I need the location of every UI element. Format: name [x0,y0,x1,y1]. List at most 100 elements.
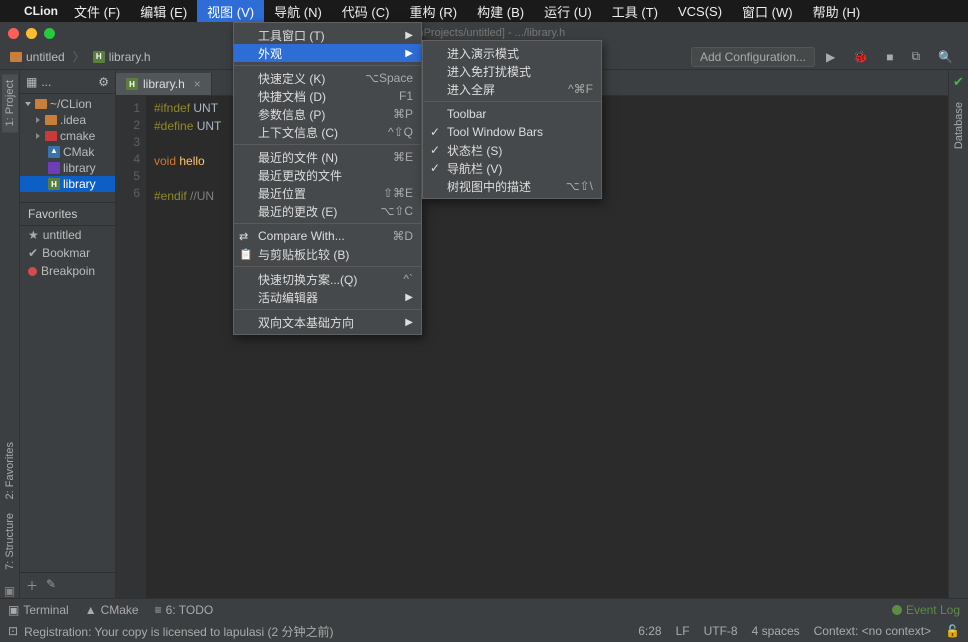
menu-shortcut: ^⇧Q [388,125,413,139]
menu-item[interactable]: ✓导航栏 (V) [423,159,601,177]
menu-item[interactable]: 活动编辑器▶ [234,288,421,306]
folder-icon [10,52,22,62]
tree-item-label: CMak [63,145,94,159]
context-status[interactable]: Context: <no context> [814,624,931,638]
stop-button[interactable]: ■ [879,47,900,67]
menubar-edit[interactable]: 编辑 (E) [130,0,197,23]
menu-shortcut: ⌘P [393,107,413,121]
todo-tab[interactable]: ≡6: TODO [155,603,214,617]
favorite-breakpoints[interactable]: Breakpoin [20,262,115,280]
lock-icon[interactable]: 🔓 [945,624,960,638]
menu-item[interactable]: ✓ 状态栏 (S) [423,141,601,159]
editor-tab-library-h[interactable]: Hlibrary.h× [116,73,212,95]
file-encoding[interactable]: UTF-8 [704,624,738,638]
menu-item-label: 进入演示模式 [447,45,519,62]
add-favorite-button[interactable]: ＋ [26,577,38,594]
status-icon[interactable]: ⊡ [8,624,18,638]
menubar-build[interactable]: 构建 (B) [467,0,534,23]
favorite-untitled[interactable]: ★untitled [20,226,115,244]
menu-item[interactable]: Toolbar [423,105,601,123]
menu-item[interactable]: 最近位置⇧⌘E [234,184,421,202]
menu-item-icon: 📋 [239,248,253,261]
menu-item[interactable]: 外观▶ [234,44,421,62]
favorites-tool-tab[interactable]: 2: Favorites [2,436,18,505]
breadcrumb-file[interactable]: Hlibrary.h [91,48,153,66]
menu-item[interactable]: 双向文本基础方向▶ [234,313,421,331]
caret-position[interactable]: 6:28 [638,624,661,638]
tree-item-library-cpp[interactable]: library [20,160,115,176]
submenu-arrow-icon: ▶ [405,30,413,41]
menu-item-label: 活动编辑器 [258,289,318,306]
menu-item-label: 快速切换方案...(Q) [258,271,357,288]
line-separator[interactable]: LF [676,624,690,638]
menu-item[interactable]: 进入免打扰模式 [423,62,601,80]
menubar-run[interactable]: 运行 (U) [534,0,602,23]
check-icon: ✓ [430,143,440,157]
event-log-tab[interactable]: Event Log [892,603,960,617]
tree-root[interactable]: ~/CLion [20,96,115,112]
structure-tool-tab[interactable]: 7: Structure [2,507,18,576]
menu-item-label: 状态栏 (S) [447,142,502,159]
view-menu-dropdown: 工具窗口 (T)▶外观▶ 快速定义 (K)⌥Space快捷文档 (D)F1参数信息… [233,22,422,335]
search-icon[interactable]: 🔍 [931,47,960,67]
tree-item-idea[interactable]: .idea [20,112,115,128]
menu-item[interactable]: 快速切换方案...(Q) ^` [234,270,421,288]
menu-item[interactable]: 上下文信息 (C)^⇧Q [234,123,421,141]
menu-item[interactable]: 📋与剪贴板比较 (B) [234,245,421,263]
favorites-header[interactable]: Favorites [20,202,115,226]
menubar-vcs[interactable]: VCS(S) [668,2,732,21]
line-number-gutter: 123456 [116,96,146,598]
menu-item[interactable]: 进入全屏^⌘F [423,80,601,98]
menu-shortcut: ^` [403,272,413,286]
menu-item[interactable]: 快速定义 (K)⌥Space [234,69,421,87]
menu-shortcut: ⌥Space [365,71,413,85]
tree-item-library-h[interactable]: Hlibrary [20,176,115,192]
menubar-file[interactable]: 文件 (F) [64,0,130,23]
add-configuration-button[interactable]: Add Configuration... [691,47,815,67]
menubar-window[interactable]: 窗口 (W) [732,0,803,23]
indent-settings[interactable]: 4 spaces [752,624,800,638]
menubar-navigate[interactable]: 导航 (N) [264,0,332,23]
tree-item-label: cmake [60,129,95,143]
terminal-tab[interactable]: ▣Terminal [8,603,69,617]
menu-item[interactable]: 快捷文档 (D)F1 [234,87,421,105]
run-button[interactable]: ▶ [819,47,842,67]
breadcrumb-root[interactable]: untitled [8,48,67,66]
menu-item[interactable]: 进入演示模式 [423,44,601,62]
search-everywhere-button[interactable]: ⧉ [904,46,927,67]
zoom-window-button[interactable] [44,28,55,39]
favorite-label: untitled [43,228,82,242]
menu-item[interactable]: 参数信息 (P)⌘P [234,105,421,123]
cmake-tab[interactable]: ▲CMake [85,603,139,617]
menu-item[interactable]: 树视图中的描述⌥⇧\ [423,177,601,195]
tree-item-label: .idea [60,113,86,127]
menubar-view[interactable]: 视图 (V) [197,0,264,23]
menu-item[interactable]: ✓Tool Window Bars [423,123,601,141]
menubar-refactor[interactable]: 重构 (R) [399,0,467,23]
app-name[interactable]: CLion [24,4,58,18]
menubar-tools[interactable]: 工具 (T) [602,0,668,23]
minimize-window-button[interactable] [26,28,37,39]
menubar-help[interactable]: 帮助 (H) [803,0,871,23]
edit-favorite-button[interactable]: ✎ [46,577,56,594]
debug-button[interactable]: 🐞 [846,47,875,67]
project-tool-tab[interactable]: 1: Project [2,74,18,132]
tool-windows-icon[interactable]: ▣ [4,584,15,598]
menu-item-label: 进入全屏 [447,81,495,98]
menu-item[interactable]: 最近更改的文件 [234,166,421,184]
inspections-ok-icon[interactable]: ✔ [953,74,964,90]
cpp-file-icon [48,162,60,174]
close-tab-icon[interactable]: × [194,77,201,91]
tree-item-cmake-dir[interactable]: cmake [20,128,115,144]
menu-item-icon: ⇄ [239,230,248,243]
tree-item-cmakelists[interactable]: ▲CMak [20,144,115,160]
favorite-bookmarks[interactable]: ✔Bookmar [20,244,115,262]
menu-item[interactable]: 工具窗口 (T)▶ [234,26,421,44]
menu-item[interactable]: 最近的文件 (N)⌘E [234,148,421,166]
menubar-code[interactable]: 代码 (C) [332,0,400,23]
close-window-button[interactable] [8,28,19,39]
menu-item[interactable]: 最近的更改 (E)⌥⇧C [234,202,421,220]
database-tool-tab[interactable]: Database [951,96,967,155]
menu-item[interactable]: ⇄Compare With...⌘D [234,227,421,245]
project-sidebar-header[interactable]: ▦...⚙ [20,70,115,94]
